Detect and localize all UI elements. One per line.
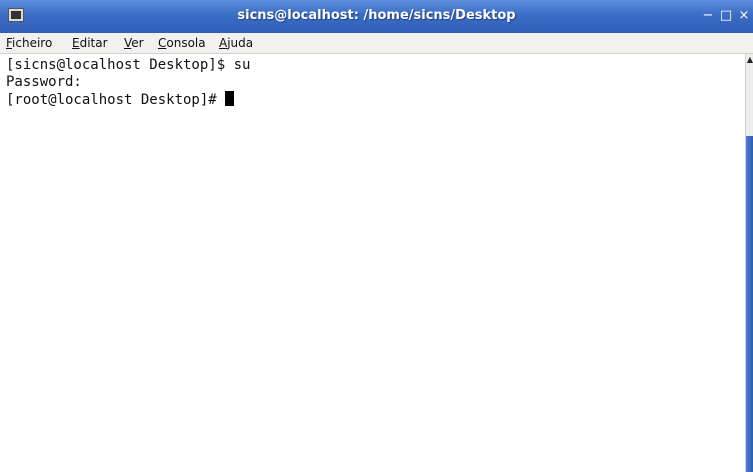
close-icon[interactable]: × [735, 7, 753, 25]
minimize-icon[interactable]: − [699, 7, 717, 25]
menu-ajuda-label: juda [227, 36, 254, 50]
terminal-line: [sicns@localhost Desktop]$ su [6, 57, 251, 73]
terminal-window: sicns@localhost: /home/sicns/Desktop − □… [0, 0, 753, 472]
menu-editar-mnemonic: E [72, 36, 80, 50]
title-bar[interactable]: sicns@localhost: /home/sicns/Desktop − □… [0, 0, 753, 34]
terminal-line: Password: [6, 74, 82, 90]
vertical-scrollbar[interactable]: ▲ [745, 54, 753, 472]
menu-ficheiro-label: icheiro [12, 36, 53, 50]
window-controls: − □ × [699, 7, 753, 25]
scrollbar-thumb[interactable] [746, 136, 753, 472]
text-cursor [225, 91, 235, 106]
menu-editar-label: ditar [79, 36, 108, 50]
terminal-prompt-line: [root@localhost Desktop]# [6, 91, 745, 109]
menu-ver-label: er [131, 36, 144, 50]
menu-ajuda-mnemonic: A [219, 36, 228, 50]
menu-ajuda[interactable]: Ajuda [219, 36, 253, 50]
scroll-up-arrow-icon[interactable]: ▲ [746, 54, 753, 66]
menu-bar: Ficheiro Editar Ver Consola Ajuda [0, 33, 753, 54]
menu-ver[interactable]: Ver [124, 36, 144, 50]
maximize-icon[interactable]: □ [717, 7, 735, 25]
menu-editar[interactable]: Editar [72, 36, 108, 50]
menu-consola[interactable]: Consola [158, 36, 206, 50]
menu-ficheiro[interactable]: Ficheiro [6, 36, 52, 50]
menu-consola-label: onsola [166, 36, 206, 50]
window-title: sicns@localhost: /home/sicns/Desktop [237, 8, 516, 23]
terminal-line: [root@localhost Desktop]# [6, 92, 226, 108]
terminal-output[interactable]: [sicns@localhost Desktop]$ su Password: [r… [0, 54, 745, 472]
